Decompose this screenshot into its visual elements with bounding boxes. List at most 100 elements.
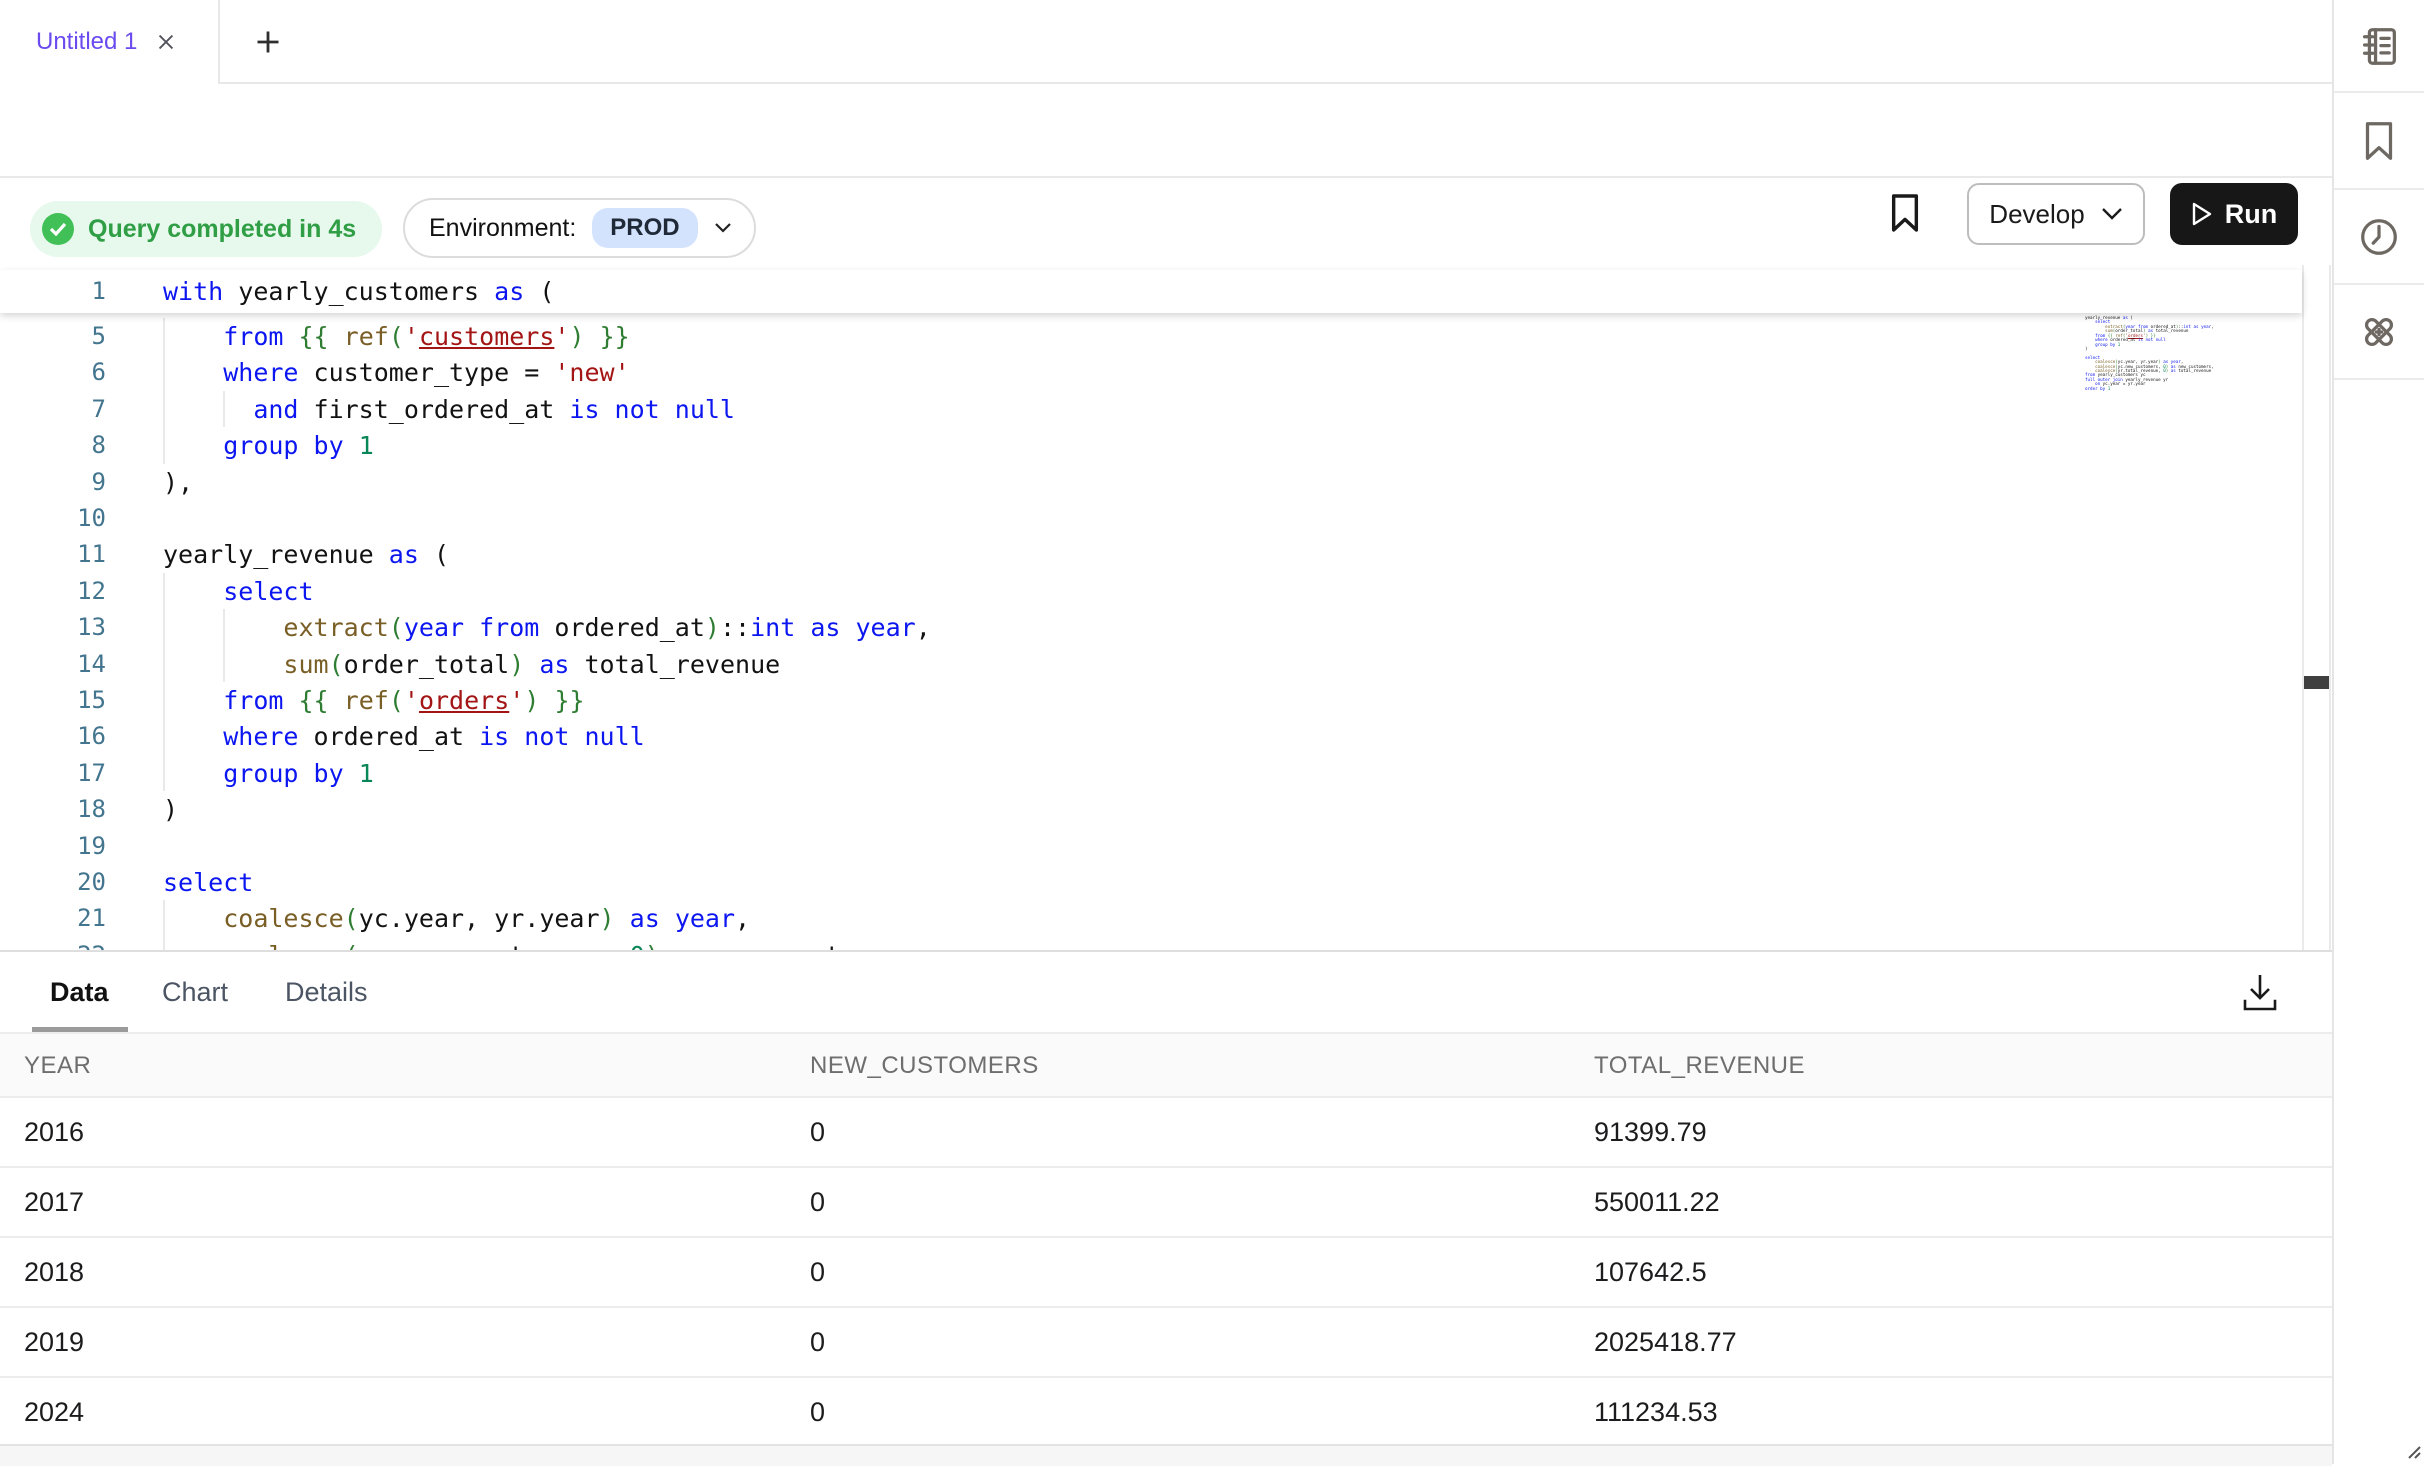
develop-dropdown[interactable]: Develop xyxy=(1967,183,2145,245)
line-number: 6 xyxy=(0,354,106,391)
download-icon xyxy=(2241,971,2279,1013)
code-text: from {{ ref('customers') }} xyxy=(163,318,630,355)
line-number: 19 xyxy=(0,828,106,865)
column-header-new-customers: NEW_CUSTOMERS xyxy=(810,1034,1039,1098)
history-panel-button[interactable] xyxy=(2334,190,2424,285)
line-number: 21 xyxy=(0,900,106,937)
code-line: 15 from {{ ref('orders') }} xyxy=(0,682,2300,719)
line-number: 10 xyxy=(0,500,106,537)
table-cell: 0 xyxy=(810,1168,825,1236)
code-line: 18) xyxy=(0,791,2300,828)
code-line: 20 select xyxy=(0,864,2300,901)
tab-bar: Untitled 1 xyxy=(0,0,2332,84)
column-header-year: YEAR xyxy=(24,1034,91,1098)
horizontal-scrollbar-track[interactable] xyxy=(0,1444,2332,1466)
table-cell: 2018 xyxy=(24,1238,84,1306)
line-number: 5 xyxy=(0,318,106,355)
table-cell: 550011.22 xyxy=(1594,1168,1720,1236)
develop-label: Develop xyxy=(1989,199,2084,230)
table-cell: 0 xyxy=(810,1238,825,1306)
tab-label: Untitled 1 xyxy=(36,28,137,56)
sql-editor[interactable]: 5 from {{ ref('customers') }}6 where cus… xyxy=(0,265,2332,950)
line-number: 7 xyxy=(0,391,106,428)
line-number: 17 xyxy=(0,755,106,792)
table-row: 2018 0 107642.5 xyxy=(0,1238,2332,1308)
new-tab-button[interactable] xyxy=(238,0,298,84)
table-cell: 2024 xyxy=(24,1378,84,1446)
table-cell: 2019 xyxy=(24,1308,84,1376)
code-text: ) xyxy=(163,791,178,828)
history-icon xyxy=(2356,214,2402,260)
download-results-button[interactable] xyxy=(2232,962,2288,1022)
lineage-panel-button[interactable] xyxy=(2334,285,2424,380)
table-row: 201902025418.77 xyxy=(0,1308,2332,1378)
notebook-panel-button[interactable] xyxy=(2334,0,2424,93)
notebook-icon xyxy=(2356,23,2402,69)
code-line: 9), xyxy=(0,464,2300,501)
environment-label: Environment: xyxy=(429,214,576,243)
code-text: group by 1 xyxy=(163,427,374,464)
code-text: select xyxy=(163,573,314,610)
bookmark-button[interactable] xyxy=(1888,192,1924,236)
tab-details[interactable]: Details xyxy=(285,952,368,1032)
chevron-down-icon xyxy=(2101,207,2123,221)
line-number: 18 xyxy=(0,791,106,828)
code-line: 12 select xyxy=(0,573,2300,610)
results-panel: Data Chart Details YEAR NEW_CUSTOMERS TO… xyxy=(0,950,2332,1464)
table-cell: 107642.5 xyxy=(1594,1238,1707,1306)
editor-scrollbar[interactable] xyxy=(2302,265,2331,950)
code-text: coalesce(yc.new_customers, 0) as new_cus… xyxy=(163,937,931,950)
table-header: YEAR NEW_CUSTOMERS TOTAL_REVENUE xyxy=(0,1034,2332,1098)
line-number: 1 xyxy=(0,270,106,313)
code-text: from {{ ref('orders') }} xyxy=(163,682,585,719)
run-button[interactable]: Run xyxy=(2170,183,2298,245)
code-text: yearly_revenue as ( xyxy=(163,536,449,573)
table-body: 2016 0 91399.79 2017 0 550011.222018 0 107642.5… xyxy=(0,1098,2332,1448)
line-number: 8 xyxy=(0,427,106,464)
line-number: 15 xyxy=(0,682,106,719)
table-cell: 2016 xyxy=(24,1098,84,1166)
bookmark-icon xyxy=(2356,118,2402,164)
code-text: sum(order_total) as total_revenue xyxy=(163,646,780,683)
close-icon[interactable] xyxy=(155,31,177,53)
code-text: extract(year from ordered_at)::int as ye… xyxy=(163,609,931,646)
line-number: 11 xyxy=(0,536,106,573)
code-line: 17 group by 1 xyxy=(0,755,2300,792)
bookmarks-panel-button[interactable] xyxy=(2334,93,2424,190)
line-number: 12 xyxy=(0,573,106,610)
code-text: where ordered_at is not null xyxy=(163,718,645,755)
table-cell: 2017 xyxy=(24,1168,84,1236)
tab-chart[interactable]: Chart xyxy=(162,952,228,1032)
tab-untitled-1[interactable]: Untitled 1 xyxy=(0,0,220,84)
line-number: 16 xyxy=(0,718,106,755)
column-header-total-revenue: TOTAL_REVENUE xyxy=(1594,1034,1805,1098)
code-line: 10 xyxy=(0,500,2300,537)
code-line: 22 coalesce(yc.new_customers, 0) as new_… xyxy=(0,937,2300,950)
scrollbar-thumb[interactable] xyxy=(2304,676,2329,689)
code-text: ), xyxy=(163,464,193,501)
table-cell: 111234.53 xyxy=(1594,1378,1718,1446)
line-number: 20 xyxy=(0,864,106,901)
line-number: 13 xyxy=(0,609,106,646)
code-line: 19 xyxy=(0,828,2300,865)
bookmark-icon xyxy=(1888,192,1922,234)
lineage-icon xyxy=(2356,309,2402,355)
environment-selector[interactable]: Environment: PROD xyxy=(403,198,756,258)
tab-data[interactable]: Data xyxy=(50,952,109,1032)
play-icon xyxy=(2191,202,2213,226)
code-text: where customer_type = 'new' xyxy=(163,354,630,391)
table-cell: 2025418.77 xyxy=(1594,1308,1737,1376)
code-text: select xyxy=(163,864,253,901)
resize-grip-icon xyxy=(2406,1444,2422,1460)
resize-grip[interactable] xyxy=(2406,1444,2422,1460)
line-number: 22 xyxy=(0,937,106,950)
code-text: coalesce(yc.year, yr.year) as year, xyxy=(163,900,750,937)
code-line: 11 yearly_revenue as ( xyxy=(0,536,2300,573)
code-line: 5 from {{ ref('customers') }} xyxy=(0,318,2300,355)
line-number: 14 xyxy=(0,646,106,683)
chevron-down-icon xyxy=(714,222,732,234)
check-circle-icon xyxy=(42,213,74,245)
table-cell: 91399.79 xyxy=(1594,1098,1707,1166)
right-sidebar xyxy=(2332,0,2424,1464)
query-status-text: Query completed in 4s xyxy=(88,215,356,244)
